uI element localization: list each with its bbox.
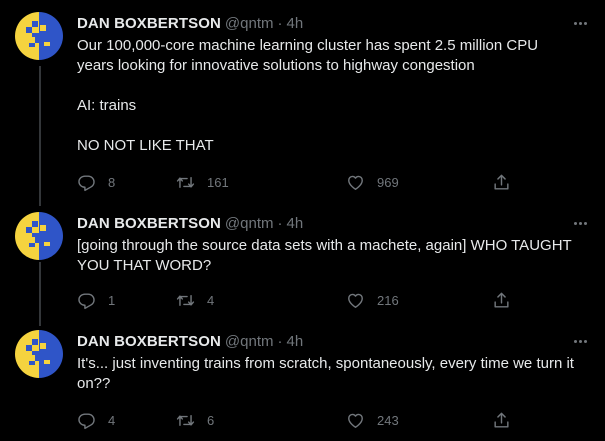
retweet-button[interactable]: 161 [176, 172, 229, 192]
user-handle[interactable]: @qntm [225, 333, 274, 350]
like-button[interactable]: 243 [346, 410, 399, 430]
avatar[interactable] [15, 330, 63, 378]
share-button[interactable] [492, 172, 511, 192]
more-options-icon[interactable] [569, 334, 591, 348]
like-button[interactable]: 969 [346, 172, 399, 192]
share-icon [494, 292, 509, 308]
retweet-button[interactable]: 6 [176, 410, 214, 430]
retweet-icon [176, 414, 195, 426]
tweet[interactable]: DAN BOXBERTSON @qntm · 4h Our 100,000-core … [0, 12, 605, 202]
tweet-header: DAN BOXBERTSON @qntm · 4h [77, 14, 303, 34]
separator-dot: · [277, 333, 283, 350]
heart-icon [348, 293, 363, 308]
avatar[interactable] [15, 12, 63, 60]
reply-count: 1 [108, 292, 116, 308]
tweet-text-line: [going through the source data sets with… [77, 237, 572, 274]
retweet-count: 161 [207, 174, 229, 190]
like-count: 969 [377, 174, 399, 190]
reply-button[interactable]: 8 [77, 172, 115, 192]
retweet-count: 4 [207, 292, 215, 308]
tweet-text: [going through the source data sets with… [77, 236, 577, 276]
tweet-actions: 1 4 216 [77, 290, 517, 310]
retweet-icon [176, 294, 195, 306]
retweet-button[interactable]: 4 [176, 290, 214, 310]
reply-count: 8 [108, 174, 116, 190]
tweet[interactable]: DAN BOXBERTSON @qntm · 4h It's... just inve… [0, 330, 605, 441]
separator-dot: · [277, 215, 283, 232]
retweet-count: 6 [207, 412, 215, 428]
tweet-text-line: NO NOT LIKE THAT [77, 137, 214, 154]
timestamp[interactable]: 4h [287, 333, 304, 350]
tweet-text-line: AI: trains [77, 97, 137, 114]
like-count: 216 [377, 292, 399, 308]
share-icon [494, 412, 509, 428]
display-name[interactable]: DAN BOXBERTSON [77, 215, 221, 232]
tweet-actions: 4 6 243 [77, 410, 517, 430]
more-options-icon[interactable] [569, 216, 591, 230]
retweet-icon [176, 176, 195, 188]
tweet-text-line: It's... just inventing trains from scrat… [77, 355, 574, 392]
user-handle[interactable]: @qntm [225, 215, 274, 232]
heart-icon [348, 175, 363, 190]
share-button[interactable] [492, 290, 511, 310]
display-name[interactable]: DAN BOXBERTSON [77, 333, 221, 350]
tweet-text-line: Our 100,000-core machine learning cluste… [77, 37, 539, 74]
timestamp[interactable]: 4h [287, 15, 304, 32]
reply-count: 4 [108, 412, 116, 428]
share-icon [494, 174, 509, 190]
reply-icon [78, 174, 95, 191]
tweet-text: It's... just inventing trains from scrat… [77, 354, 577, 394]
separator-dot: · [277, 15, 283, 32]
reply-button[interactable]: 4 [77, 410, 115, 430]
tweet[interactable]: DAN BOXBERTSON @qntm · 4h [going through th… [0, 212, 605, 322]
tweet-header: DAN BOXBERTSON @qntm · 4h [77, 214, 303, 234]
reply-button[interactable]: 1 [77, 290, 115, 310]
tweet-actions: 8 161 969 [77, 172, 517, 192]
tweet-text: Our 100,000-core machine learning cluste… [77, 36, 577, 156]
more-options-icon[interactable] [569, 16, 591, 30]
reply-icon [78, 292, 95, 309]
like-count: 243 [377, 412, 399, 428]
timestamp[interactable]: 4h [287, 215, 304, 232]
tweet-header: DAN BOXBERTSON @qntm · 4h [77, 332, 303, 352]
display-name[interactable]: DAN BOXBERTSON [77, 15, 221, 32]
avatar[interactable] [15, 212, 63, 260]
heart-icon [348, 413, 363, 428]
user-handle[interactable]: @qntm [225, 15, 274, 32]
reply-icon [78, 412, 95, 429]
like-button[interactable]: 216 [346, 290, 399, 310]
share-button[interactable] [492, 410, 511, 430]
